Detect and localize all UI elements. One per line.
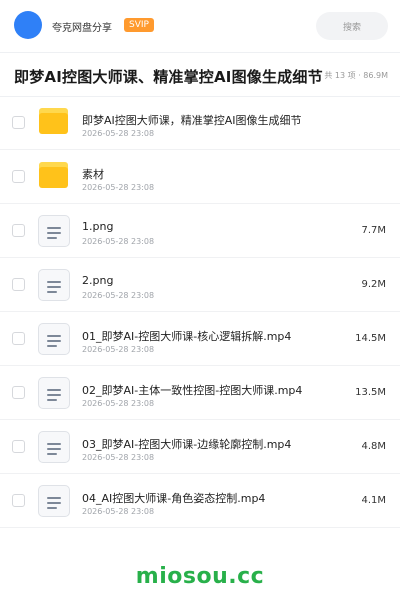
share-title: 即梦AI控图大师课、精准掌控AI图像生成细节	[14, 68, 323, 86]
row-checkbox[interactable]	[12, 224, 25, 237]
search-placeholder: 搜索	[342, 22, 361, 33]
file-size: 13.5M	[355, 387, 386, 398]
document-icon	[38, 215, 70, 247]
file-name: 02_即梦AI-主体一致性控图-控图大师课.mp4	[82, 384, 303, 397]
document-icon	[38, 269, 70, 301]
app-header: 夸克网盘分享 SVIP 搜索	[0, 0, 400, 52]
row-checkbox[interactable]	[12, 386, 25, 399]
file-name: 即梦AI控图大师课，精准掌控AI图像生成细节	[82, 114, 302, 127]
file-name: 1.png	[82, 220, 114, 233]
share-summary: 共 13 项 · 86.9M	[324, 71, 388, 80]
file-list: 即梦AI控图大师课，精准掌控AI图像生成细节 2026-05-28 23:08 …	[0, 96, 400, 528]
file-date: 2026-05-28 23:08	[82, 453, 155, 462]
search-input[interactable]: 搜索	[316, 12, 388, 40]
list-item[interactable]: 素材 2026-05-28 23:08	[0, 150, 400, 204]
file-size: 4.1M	[361, 495, 386, 506]
list-item[interactable]: 即梦AI控图大师课，精准掌控AI图像生成细节 2026-05-28 23:08	[0, 96, 400, 150]
file-date: 2026-05-28 23:08	[82, 291, 155, 300]
list-item[interactable]: 04_AI控图大师课-角色姿态控制.mp4 2026-05-28 23:08 4…	[0, 474, 400, 528]
list-item[interactable]: 03_即梦AI-控图大师课-边缘轮廓控制.mp4 2026-05-28 23:0…	[0, 420, 400, 474]
svip-badge: SVIP	[124, 18, 154, 32]
file-date: 2026-05-28 23:08	[82, 129, 155, 138]
folder-icon	[39, 108, 68, 134]
avatar[interactable]	[14, 11, 42, 39]
row-checkbox[interactable]	[12, 170, 25, 183]
list-item[interactable]: 1.png 2026-05-28 23:08 7.7M	[0, 204, 400, 258]
file-size: 14.5M	[355, 333, 386, 344]
document-icon	[38, 485, 70, 517]
document-icon	[38, 377, 70, 409]
list-item[interactable]: 01_即梦AI-控图大师课-核心逻辑拆解.mp4 2026-05-28 23:0…	[0, 312, 400, 366]
file-name: 素材	[82, 168, 104, 181]
document-icon	[38, 323, 70, 355]
row-checkbox[interactable]	[12, 440, 25, 453]
list-item[interactable]: 02_即梦AI-主体一致性控图-控图大师课.mp4 2026-05-28 23:…	[0, 366, 400, 420]
file-date: 2026-05-28 23:08	[82, 183, 155, 192]
file-size: 4.8M	[361, 441, 386, 452]
file-date: 2026-05-28 23:08	[82, 507, 155, 516]
list-item[interactable]: 2.png 2026-05-28 23:08 9.2M	[0, 258, 400, 312]
file-date: 2026-05-28 23:08	[82, 237, 155, 246]
file-name: 01_即梦AI-控图大师课-核心逻辑拆解.mp4	[82, 330, 292, 343]
folder-icon	[39, 162, 68, 188]
file-date: 2026-05-28 23:08	[82, 345, 155, 354]
watermark-text: miosou.cc	[135, 564, 265, 589]
file-date: 2026-05-28 23:08	[82, 399, 155, 408]
document-icon	[38, 431, 70, 463]
brand-name: 夸克网盘分享	[52, 23, 112, 34]
file-name: 03_即梦AI-控图大师课-边缘轮廓控制.mp4	[82, 438, 292, 451]
row-checkbox[interactable]	[12, 494, 25, 507]
file-size: 9.2M	[361, 279, 386, 290]
header-divider	[0, 52, 400, 53]
file-name: 2.png	[82, 274, 114, 287]
file-name: 04_AI控图大师课-角色姿态控制.mp4	[82, 492, 266, 505]
row-checkbox[interactable]	[12, 332, 25, 345]
row-checkbox[interactable]	[12, 278, 25, 291]
row-checkbox[interactable]	[12, 116, 25, 129]
file-size: 7.7M	[361, 225, 386, 236]
